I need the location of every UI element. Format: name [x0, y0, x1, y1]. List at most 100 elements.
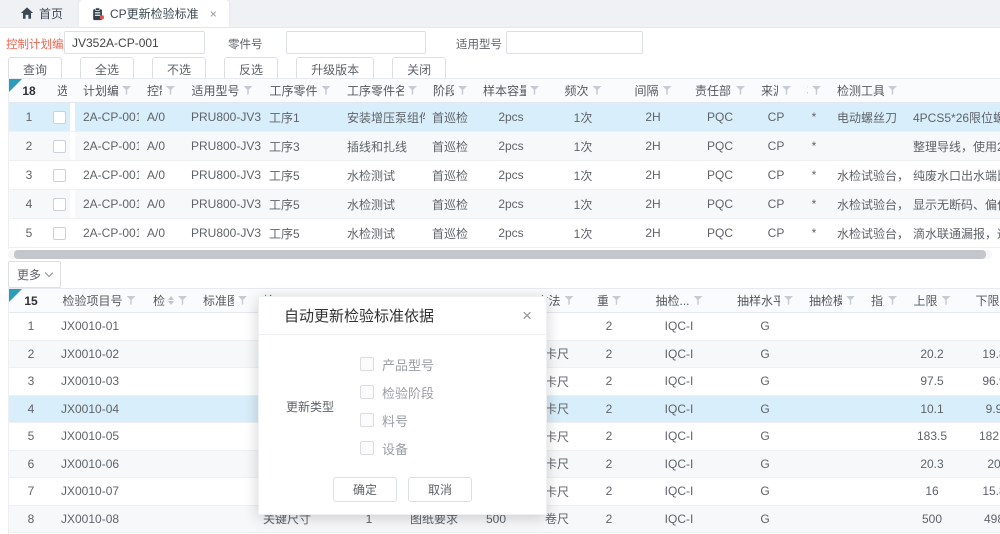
cell: 2pcs	[475, 190, 547, 218]
cell: 2pcs	[475, 103, 547, 131]
checkbox-icon[interactable]	[360, 413, 374, 427]
filter-icon[interactable]	[458, 86, 467, 95]
tab-bar: 首页 CP更新检验标准 ×	[0, 0, 1000, 28]
column-header: 指定...	[863, 289, 905, 312]
cell: *	[799, 103, 829, 131]
column-header-label: 选.	[57, 82, 67, 99]
sort-icon[interactable]	[168, 296, 174, 305]
row-number: 1	[9, 313, 53, 340]
row-checkbox[interactable]	[53, 227, 66, 240]
confirm-button[interactable]: 确定	[333, 477, 397, 502]
filter-icon[interactable]	[846, 296, 855, 305]
column-header: 抽样水平	[729, 289, 801, 312]
filter-icon[interactable]	[166, 86, 175, 95]
cell: PRU800-JV352A	[183, 219, 261, 247]
cell	[863, 368, 905, 395]
cell	[195, 478, 255, 505]
cell	[801, 341, 863, 368]
filter-icon[interactable]	[888, 296, 897, 305]
table-row[interactable]: 42A-CP-001A/0PRU800-JV352A工序5水检测试首巡检2pcs…	[9, 190, 1000, 219]
cell: 182.5	[959, 423, 1000, 450]
update-type-option[interactable]: 料号	[360, 411, 434, 430]
filter-icon[interactable]	[736, 86, 745, 95]
more-button[interactable]: 更多	[8, 261, 61, 288]
cell: *	[799, 219, 829, 247]
control-plan-input[interactable]	[64, 31, 205, 54]
column-header-label: 适用型号	[191, 82, 239, 99]
cell	[863, 451, 905, 478]
chevron-down-icon	[45, 269, 53, 277]
tab-label: 首页	[39, 5, 63, 22]
filter-icon[interactable]	[782, 86, 791, 95]
cancel-button[interactable]: 取消	[408, 477, 472, 502]
cell	[905, 313, 959, 340]
filter-icon[interactable]	[122, 86, 131, 95]
cell: JX0010-06	[53, 451, 145, 478]
cell: 2H	[619, 132, 687, 160]
update-type-label: 更新类型	[286, 398, 334, 415]
corner-select-icon[interactable]	[9, 79, 22, 92]
column-header-label: 频次	[564, 82, 588, 99]
filter-icon[interactable]	[244, 86, 253, 95]
column-header: 频次	[547, 79, 619, 102]
column-header: 选.	[49, 79, 75, 102]
cell: 2A-CP-001	[75, 190, 139, 218]
cell: 工序5	[261, 190, 339, 218]
column-header-label: 检验项目号	[62, 292, 122, 309]
filter-icon[interactable]	[784, 296, 793, 305]
count-header-cell: 18	[9, 79, 49, 102]
cell: CP	[753, 190, 799, 218]
filter-icon[interactable]	[127, 296, 136, 305]
filter-icon[interactable]	[178, 296, 187, 305]
cell: JX0010-07	[53, 478, 145, 505]
table-row[interactable]: 32A-CP-001A/0PRU800-JV352A工序5水检测试首巡检2pcs…	[9, 161, 1000, 190]
row-checkbox[interactable]	[53, 169, 66, 182]
update-type-option[interactable]: 检验阶段	[360, 383, 434, 402]
cell: 2pcs	[475, 132, 547, 160]
filter-icon[interactable]	[694, 296, 703, 305]
horizontal-scrollbar-thumb[interactable]	[14, 250, 986, 259]
filter-icon[interactable]	[530, 86, 539, 95]
corner-select-icon[interactable]	[9, 289, 22, 302]
table-row[interactable]: 52A-CP-001A/0PRU800-JV352A工序5水检测试首巡检2pcs…	[9, 219, 1000, 248]
table-row[interactable]: 22A-CP-001A/0PRU800-JV352A工序3插线和扎线首巡检2pc…	[9, 132, 1000, 161]
filter-icon[interactable]	[238, 296, 247, 305]
filter-icon[interactable]	[942, 296, 951, 305]
filter-icon[interactable]	[593, 86, 602, 95]
row-checkbox[interactable]	[53, 111, 66, 124]
model-input[interactable]	[506, 31, 643, 54]
dialog-close-icon[interactable]: ×	[522, 307, 532, 324]
cell: A/0	[139, 190, 183, 218]
update-type-option[interactable]: 产品型号	[360, 355, 434, 374]
more-label: 更多	[17, 266, 41, 283]
filter-icon[interactable]	[663, 86, 672, 95]
column-header: 状.	[799, 79, 829, 102]
horizontal-scrollbar-track[interactable]	[8, 250, 992, 259]
tab-close-icon[interactable]: ×	[210, 7, 217, 21]
checkbox-icon[interactable]	[360, 385, 374, 399]
table-row[interactable]: 12A-CP-001A/0PRU800-JV352A工序1安装增压泵组件首巡检2…	[9, 103, 1000, 132]
cell	[801, 368, 863, 395]
filter-icon[interactable]	[812, 86, 821, 95]
option-label: 产品型号	[382, 355, 434, 374]
row-checkbox[interactable]	[53, 140, 66, 153]
column-header: 标准图号	[195, 289, 255, 312]
filter-icon[interactable]	[408, 86, 417, 95]
column-header-label: 间隔	[634, 82, 658, 99]
tab-home[interactable]: 首页	[8, 0, 75, 27]
part-no-input[interactable]	[286, 31, 426, 54]
tab-cp-update[interactable]: CP更新检验标准 ×	[79, 0, 229, 27]
checkbox-icon[interactable]	[360, 441, 374, 455]
cell: CP	[753, 219, 799, 247]
filter-icon[interactable]	[888, 86, 897, 95]
filter-icon[interactable]	[322, 86, 331, 95]
update-type-option[interactable]: 设备	[360, 439, 434, 458]
row-checkbox[interactable]	[53, 198, 66, 211]
filter-icon[interactable]	[612, 296, 621, 305]
checkbox-icon[interactable]	[360, 357, 374, 371]
column-header: 样本容量	[475, 79, 547, 102]
cell: 97.5	[905, 368, 959, 395]
cell: 2A-CP-001	[75, 132, 139, 160]
filter-icon[interactable]	[565, 296, 574, 305]
cell	[801, 396, 863, 423]
